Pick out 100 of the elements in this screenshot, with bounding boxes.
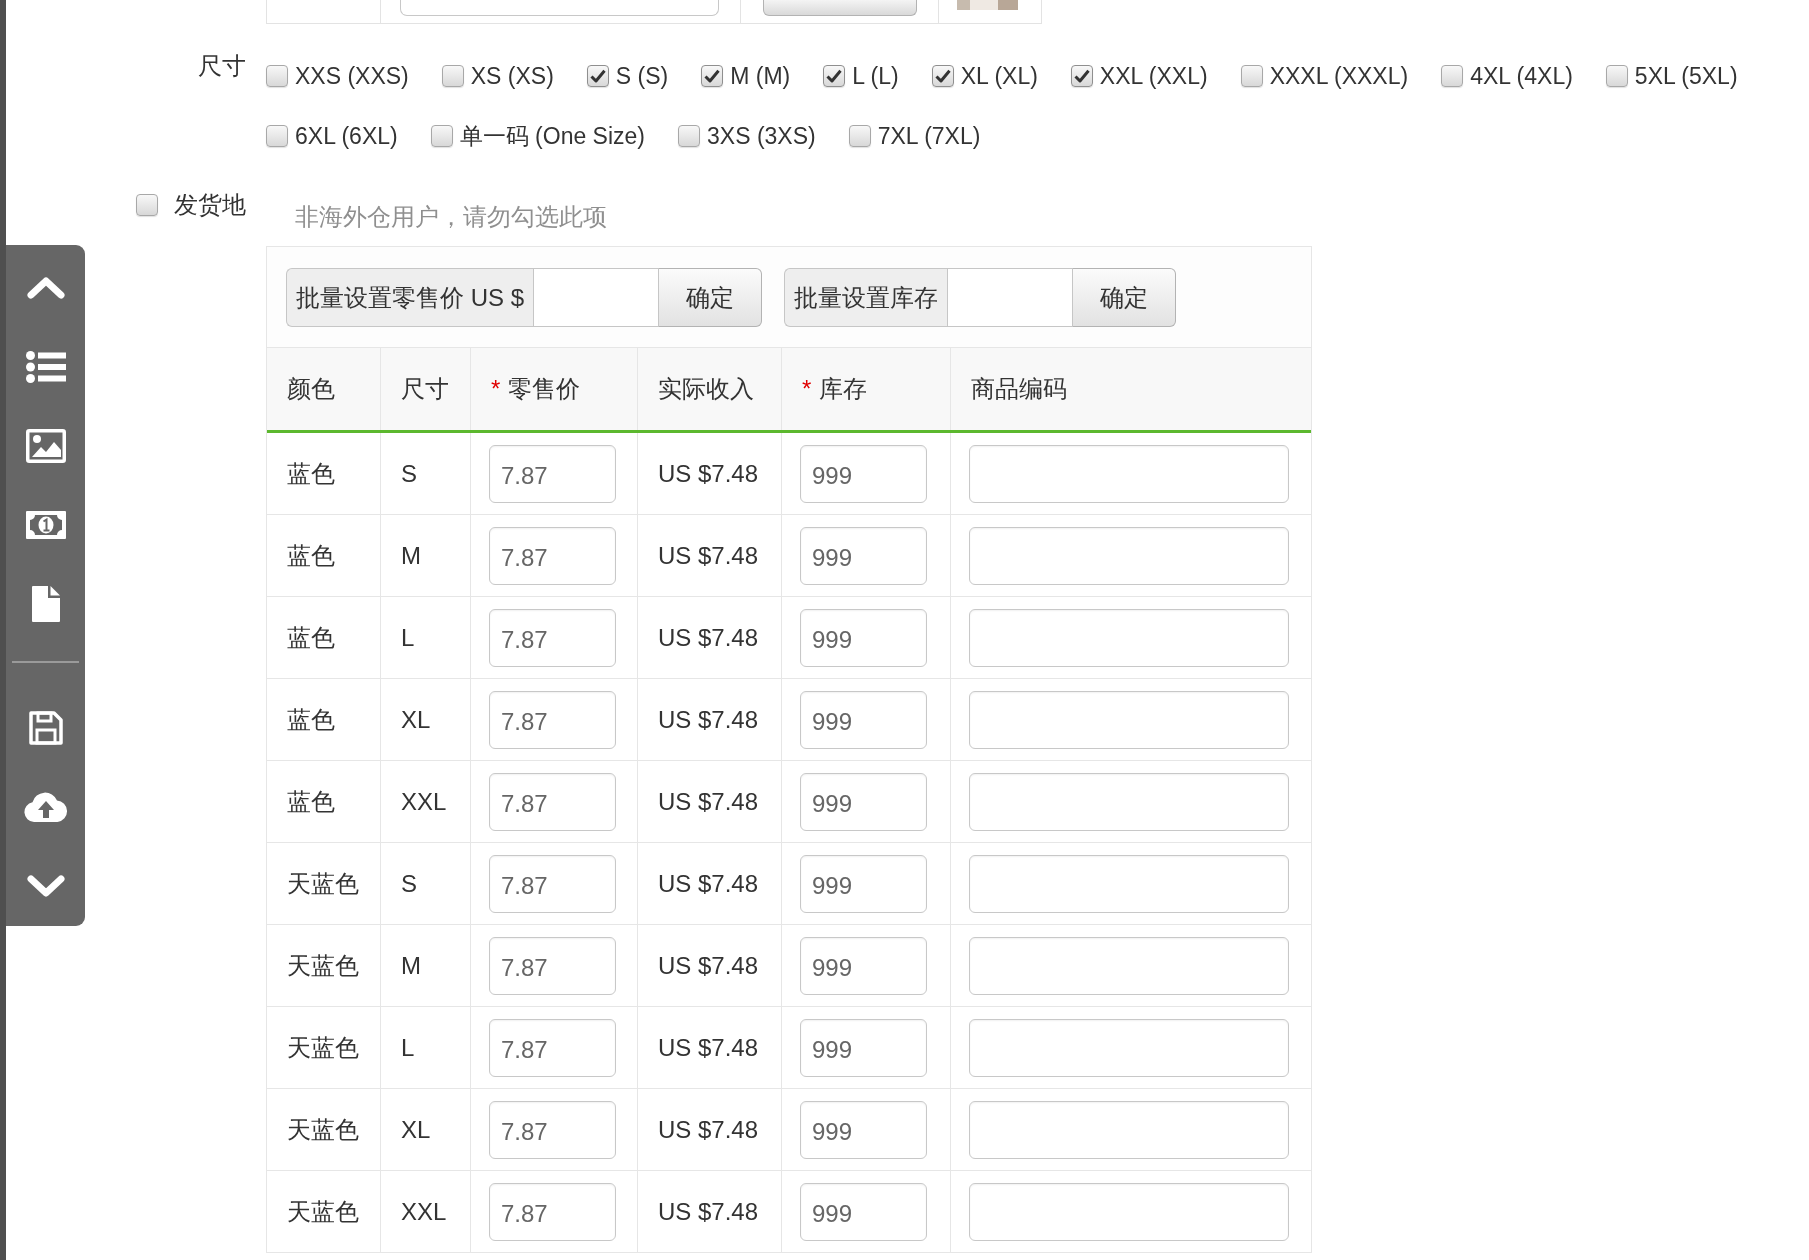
required-mark: *	[802, 375, 812, 403]
checkbox-label[interactable]: 7XL (7XL)	[877, 122, 981, 150]
price-input[interactable]: 7.87	[489, 1182, 616, 1241]
checkbox-label[interactable]: XXL (XXL)	[1099, 62, 1208, 90]
checkmark-icon	[934, 69, 951, 83]
checkbox[interactable]	[848, 125, 871, 147]
photo-placeholder	[957, 0, 1018, 10]
stock-input[interactable]: 999	[800, 936, 927, 995]
price-input[interactable]: 7.87	[489, 854, 616, 913]
product-code-input[interactable]	[969, 608, 1289, 667]
product-code-input[interactable]	[969, 1018, 1289, 1077]
checkbox[interactable]	[266, 125, 288, 147]
stock-input[interactable]: 999	[800, 1100, 927, 1159]
color-name: 天蓝色	[287, 1196, 359, 1227]
chevron-up-icon[interactable]	[25, 275, 66, 300]
stock-input[interactable]: 999	[800, 444, 927, 503]
checkbox-label[interactable]: 4XL (4XL)	[1470, 62, 1573, 90]
image-icon[interactable]	[25, 428, 66, 463]
checkbox[interactable]	[430, 125, 453, 147]
checkmark-icon	[704, 69, 721, 83]
product-code-input[interactable]	[969, 690, 1289, 749]
input-field[interactable]	[400, 0, 719, 16]
button[interactable]	[763, 0, 917, 16]
price-input[interactable]: 7.87	[489, 1100, 616, 1159]
product-code-input[interactable]	[969, 854, 1289, 913]
chevron-down-icon[interactable]	[25, 873, 66, 898]
product-code-input[interactable]	[969, 936, 1289, 995]
product-code-input[interactable]	[969, 772, 1289, 831]
checkbox-label[interactable]: XS (XS)	[470, 62, 554, 90]
column-header: 实际收入	[658, 374, 754, 404]
checkbox-label[interactable]: 6XL (6XL)	[295, 122, 398, 150]
checkbox-label[interactable]: 3XS (3XS)	[707, 122, 816, 150]
checkbox[interactable]	[136, 194, 158, 216]
price-input[interactable]: 7.87	[489, 690, 616, 749]
stock-input[interactable]: 999	[800, 608, 927, 667]
income-amount: US $7.48	[658, 541, 759, 570]
stock-input[interactable]: 999	[800, 690, 927, 749]
checkbox-label[interactable]: XL (XL)	[960, 62, 1038, 90]
stock-input[interactable]: 999	[800, 854, 927, 913]
batch-input[interactable]	[947, 268, 1074, 327]
income-amount: US $7.48	[658, 869, 759, 898]
price-input[interactable]: 7.87	[489, 608, 616, 667]
checkbox[interactable]	[1605, 65, 1628, 87]
checkbox[interactable]	[1240, 65, 1263, 87]
file-icon[interactable]	[31, 585, 60, 622]
product-code-input[interactable]	[969, 1182, 1289, 1241]
checkbox-label[interactable]: XXS (XXS)	[295, 62, 409, 90]
stock-input[interactable]: 999	[800, 1182, 927, 1241]
save-icon[interactable]	[28, 710, 63, 745]
checkbox[interactable]	[1441, 65, 1464, 87]
field-label: 发货地	[174, 190, 246, 220]
income-amount: US $7.48	[658, 705, 759, 734]
confirm-button[interactable]: 确定	[1073, 268, 1177, 327]
price-input[interactable]: 7.87	[489, 1018, 616, 1077]
price-input[interactable]: 7.87	[489, 936, 616, 995]
color-name: 天蓝色	[287, 1114, 359, 1145]
income-amount: US $7.48	[658, 623, 759, 652]
checkbox-label[interactable]: L (L)	[852, 62, 899, 90]
size-text: L	[401, 623, 415, 652]
income-amount: US $7.48	[658, 459, 759, 488]
checkbox[interactable]	[823, 65, 846, 87]
checkbox[interactable]	[1070, 65, 1093, 87]
list-icon[interactable]	[25, 350, 66, 383]
price-input[interactable]: 7.87	[489, 526, 616, 585]
checkbox[interactable]	[586, 65, 609, 87]
cloud-upload-icon[interactable]	[23, 791, 68, 822]
stock-input[interactable]: 999	[800, 772, 927, 831]
checkbox[interactable]	[266, 65, 288, 87]
color-name: 天蓝色	[287, 1032, 359, 1063]
product-code-input[interactable]	[969, 526, 1289, 585]
color-name: 天蓝色	[287, 950, 359, 981]
checkbox[interactable]	[701, 65, 724, 87]
checkbox[interactable]	[678, 125, 701, 147]
size-text: XXL	[401, 787, 447, 816]
color-name: 蓝色	[287, 622, 335, 653]
confirm-button[interactable]: 确定	[659, 268, 763, 327]
color-name: 蓝色	[287, 458, 335, 489]
checkbox[interactable]	[931, 65, 954, 87]
income-amount: US $7.48	[658, 787, 759, 816]
column-header: 颜色	[287, 374, 335, 404]
banknote-icon[interactable]	[25, 510, 66, 539]
checkmark-icon	[1073, 69, 1090, 83]
checkbox-label[interactable]: S (S)	[615, 62, 669, 90]
batch-input[interactable]	[533, 268, 660, 327]
checkbox-label[interactable]: 单一码 (One Size)	[459, 120, 646, 152]
product-code-input[interactable]	[969, 1100, 1289, 1159]
stock-input[interactable]: 999	[800, 1018, 927, 1077]
stock-input[interactable]: 999	[800, 526, 927, 585]
color-name: 蓝色	[287, 540, 335, 571]
field-label: 尺寸	[198, 52, 246, 79]
price-input[interactable]: 7.87	[489, 444, 616, 503]
checkbox-label[interactable]: M (M)	[730, 62, 791, 90]
income-amount: US $7.48	[658, 1033, 759, 1062]
size-text: XL	[401, 1115, 431, 1144]
product-code-input[interactable]	[969, 444, 1289, 503]
checkbox[interactable]	[441, 65, 464, 87]
checkbox-label[interactable]: 5XL (5XL)	[1634, 62, 1738, 90]
price-input[interactable]: 7.87	[489, 772, 616, 831]
size-text: XL	[401, 705, 431, 734]
checkbox-label[interactable]: XXXL (XXXL)	[1269, 62, 1409, 90]
